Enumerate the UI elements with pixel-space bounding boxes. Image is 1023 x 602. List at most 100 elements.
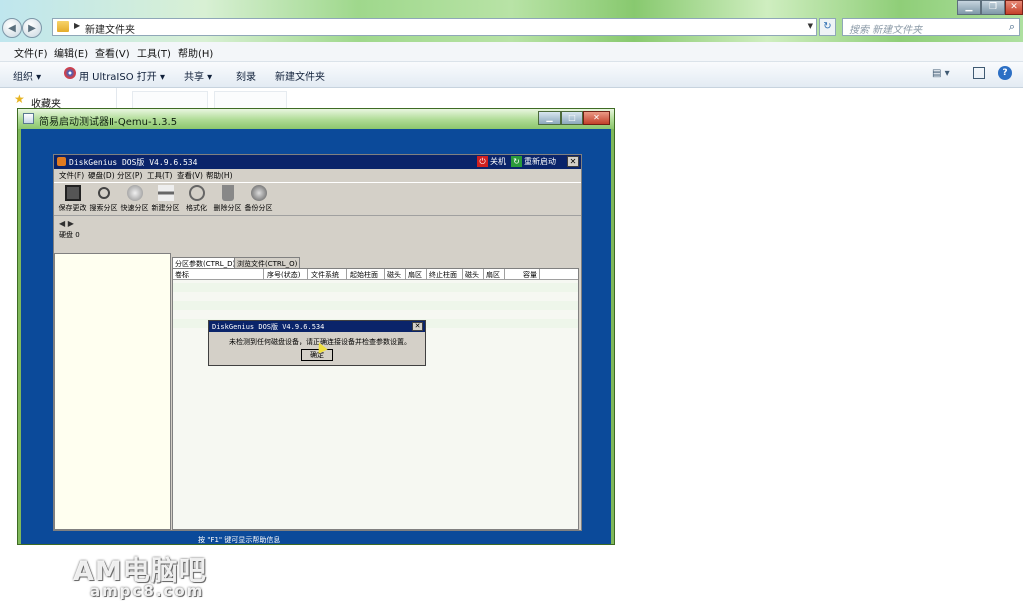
restart-icon[interactable]: ↻ [511,156,522,167]
column-header[interactable]: 磁头 [387,270,401,280]
menu-edit[interactable]: 编辑(E) [54,45,88,60]
preview-pane-icon[interactable] [973,67,985,79]
minimize-icon: ▁ [546,113,553,122]
column-separator[interactable] [426,269,427,279]
column-header[interactable]: 磁头 [465,270,479,280]
toolbar-label: 格式化 [186,204,207,212]
toolbar-label: 备份分区 [244,204,273,212]
restart-button[interactable]: 重新启动 [524,156,556,167]
column-separator[interactable] [504,269,505,279]
back-arrow-icon: ◀ [8,22,16,34]
help-icon[interactable]: ? [998,66,1012,80]
table-header: 卷标 序号(状态) 文件系统 起始柱面 磁头 扇区 终止柱面 磁头 扇区 容量 [173,269,578,280]
close-icon: ✕ [414,322,421,330]
search-partition-button[interactable]: 搜索分区 [88,185,119,213]
column-header[interactable]: 文件系统 [311,270,339,280]
navigation-pane-divider[interactable] [116,88,117,110]
toolbar-label: 搜索分区 [89,204,118,212]
delete-partition-button[interactable]: 删除分区 [212,185,243,213]
tab-partition-params[interactable]: 分区参数(CTRL_D) [172,257,239,268]
power-icon[interactable]: ⏻ [477,156,488,167]
column-separator[interactable] [539,269,540,279]
maximize-button[interactable]: ❐ [981,0,1005,15]
minimize-button[interactable]: ▁ [957,0,981,15]
menu-file[interactable]: 文件(F) [14,45,48,60]
menu-tools[interactable]: 工具(T) [137,45,171,60]
magnifier-icon [97,187,110,199]
qemu-window[interactable]: 简易启动测试器Ⅱ-Qemu-1.3.5 ▁ □ ✕ DiskGenius DOS… [17,108,615,602]
dg-menu-view[interactable]: 查看(V) [177,170,203,181]
backup-icon [250,185,267,201]
open-with-button[interactable]: 用 UltraISO 打开 ▾ [79,68,165,83]
back-button[interactable]: ◀ [2,18,22,38]
disk-tree-panel[interactable] [54,253,171,530]
table-row[interactable] [173,283,578,292]
partition-table[interactable]: 卷标 序号(状态) 文件系统 起始柱面 磁头 扇区 终止柱面 磁头 扇区 容量 [172,268,579,530]
ultraiso-disc-icon [64,67,76,79]
column-separator[interactable] [405,269,406,279]
column-separator[interactable] [263,269,264,279]
column-separator[interactable] [307,269,308,279]
shutdown-button[interactable]: 关机 [490,156,506,167]
refresh-button[interactable]: ↻ [819,18,836,36]
close-icon: ✕ [569,157,577,166]
quick-partition-icon [126,185,143,201]
column-header[interactable]: 扇区 [408,270,422,280]
share-button[interactable]: 共享 ▾ [184,68,212,83]
breadcrumb-folder[interactable]: 新建文件夹 [85,21,135,36]
new-partition-icon [157,185,174,201]
trash-icon [221,185,234,201]
dg-menu-help[interactable]: 帮助(H) [206,170,233,181]
table-row[interactable] [173,301,578,310]
dialog-titlebar: DiskGenius DOS版 V4.9.6.534 ✕ [209,321,425,332]
menu-help[interactable]: 帮助(H) [178,45,213,60]
disk-label: 硬盘 0 [59,231,80,239]
search-icon[interactable]: ⌕ [1009,20,1015,34]
address-dropdown-icon[interactable]: ▼ [808,22,813,30]
column-separator[interactable] [346,269,347,279]
toolbar-label: 快速分区 [120,204,149,212]
new-folder-button[interactable]: 新建文件夹 [275,68,325,83]
quick-partition-button[interactable]: 快速分区 [119,185,150,213]
organize-button[interactable]: 组织 ▾ [13,68,41,83]
change-view-icon[interactable]: ▤ ▾ [932,68,950,79]
qemu-maximize-button[interactable]: □ [561,111,583,125]
minimize-icon: ▁ [965,2,973,12]
qemu-close-button[interactable]: ✕ [583,111,610,125]
dg-menu-file[interactable]: 文件(F) [59,170,84,181]
menu-view[interactable]: 查看(V) [95,45,130,60]
forward-button[interactable]: ▶ [22,18,42,38]
burn-button[interactable]: 刻录 [236,68,256,83]
search-placeholder[interactable]: 搜索 新建文件夹 [849,21,922,36]
diskgenius-titlebar: DiskGenius DOS版 V4.9.6.534 ⏻ 关机 ↻ 重新启动 ✕ [54,155,581,169]
dg-menu-partition[interactable]: 分区(P) [117,170,142,181]
partition-panel: 分区参数(CTRL_D) 浏览文件(CTRL_O) 卷标 序号(状态) 文件系统… [172,253,581,530]
breadcrumb-arrow-icon[interactable]: ▶ [74,21,80,30]
address-bar[interactable]: ▶ 新建文件夹 ▼ [52,18,817,36]
save-changes-button[interactable]: 保存更改 [57,185,88,213]
column-header[interactable]: 扇区 [486,270,500,280]
tab-browse-files[interactable]: 浏览文件(CTRL_O) [234,257,301,268]
qemu-titlebar[interactable]: 简易启动测试器Ⅱ-Qemu-1.3.5 ▁ □ ✕ [18,109,614,129]
column-header[interactable]: 卷标 [175,270,189,280]
dg-menu-disk[interactable]: 硬盘(D) [88,170,115,181]
format-button[interactable]: 格式化 [181,185,212,213]
backup-partition-button[interactable]: 备份分区 [243,185,274,213]
column-separator[interactable] [483,269,484,279]
column-separator[interactable] [462,269,463,279]
column-header[interactable]: 起始柱面 [350,270,378,280]
new-partition-button[interactable]: 新建分区 [150,185,181,213]
diskgenius-close-button[interactable]: ✕ [567,156,579,167]
close-button[interactable]: ✕ [1005,0,1023,15]
dg-menu-tools[interactable]: 工具(T) [147,170,172,181]
dialog-close-button[interactable]: ✕ [412,322,423,331]
folder-icon [57,21,69,32]
column-separator[interactable] [384,269,385,279]
qemu-minimize-button[interactable]: ▁ [538,111,561,125]
column-header[interactable]: 序号(状态) [267,270,300,280]
diskgenius-app-icon [57,157,66,166]
disk-nav-arrows-icon[interactable]: ◀ ▶ [59,219,74,228]
column-header[interactable]: 终止柱面 [429,270,457,280]
column-header[interactable]: 容量 [523,270,537,280]
search-box[interactable]: 搜索 新建文件夹 ⌕ [842,18,1020,36]
